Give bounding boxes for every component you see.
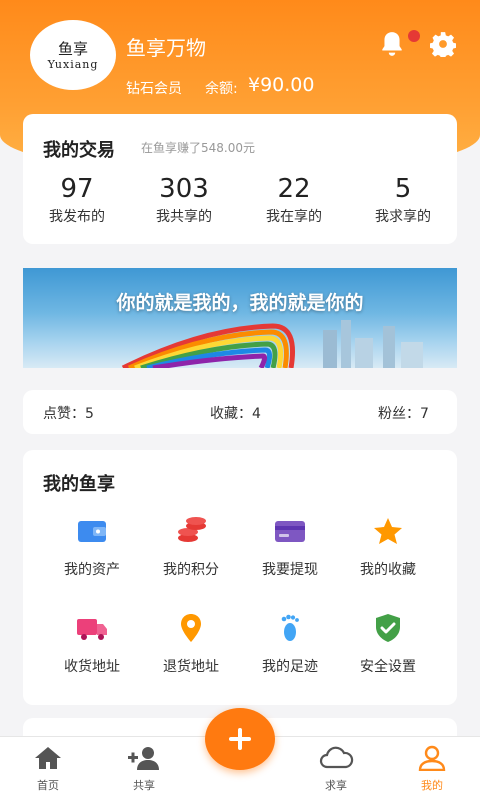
menu-label: 我的积分	[163, 562, 219, 578]
stat-shared[interactable]: 303 我共享的	[129, 172, 239, 226]
trade-card: 我的交易 在鱼享赚了548.00元 97 我发布的 303 我共享的 22 我在…	[23, 114, 457, 244]
stat-enjoying[interactable]: 22 我在享的	[239, 172, 349, 226]
footprint-icon	[281, 614, 299, 641]
tab-home[interactable]: 首页	[8, 745, 88, 793]
menu-label: 我要提现	[262, 562, 318, 578]
stat-number: 97	[60, 174, 94, 204]
menu-label: 我的收藏	[360, 562, 416, 578]
menu-label: 安全设置	[360, 659, 416, 675]
menu-security-settings[interactable]: 安全设置	[338, 613, 438, 676]
menu-my-footprints[interactable]: 我的足迹	[240, 613, 340, 676]
truck-icon	[77, 619, 107, 640]
tab-label: 共享	[133, 779, 155, 792]
menu-label: 收货地址	[64, 659, 120, 675]
card-icon	[275, 521, 305, 542]
menu-my-favorites[interactable]: 我的收藏	[338, 516, 438, 579]
menu-my-assets[interactable]: 我的资产	[42, 516, 142, 579]
stat-number: 303	[159, 174, 209, 204]
banner-text: 你的就是我的，我的就是你的	[116, 292, 364, 314]
star-icon	[374, 518, 402, 544]
stat-label: 我共享的	[156, 209, 212, 225]
stat-number: 22	[277, 174, 311, 204]
my-yuxiang-title: 我的鱼享	[43, 474, 115, 495]
rainbow-graphic	[121, 320, 423, 368]
trade-subtitle: 在鱼享赚了548.00元	[141, 141, 255, 155]
home-icon	[35, 747, 61, 769]
publish-fab-button[interactable]	[205, 708, 275, 770]
username: 鱼享万物	[126, 36, 206, 60]
bell-icon[interactable]	[379, 30, 405, 58]
shield-check-icon	[376, 614, 400, 642]
avatar[interactable]: 鱼享 Yuxiang	[30, 20, 116, 90]
stat-requested[interactable]: 5 我求享的	[348, 172, 458, 226]
location-pin-icon	[181, 614, 201, 642]
fans-count[interactable]: 粉丝：7	[378, 403, 429, 423]
cloud-icon	[319, 746, 354, 769]
coins-icon	[178, 517, 206, 542]
tab-label: 首页	[37, 779, 59, 792]
tab-mine[interactable]: 我的	[392, 745, 472, 793]
menu-my-points[interactable]: 我的积分	[141, 516, 241, 579]
menu-label: 退货地址	[163, 659, 219, 675]
tab-label: 求享	[325, 779, 347, 792]
favorites-count[interactable]: 收藏：4	[210, 403, 261, 423]
menu-return-address[interactable]: 退货地址	[141, 613, 241, 676]
stat-label: 我求享的	[375, 209, 431, 225]
stat-published[interactable]: 97 我发布的	[22, 172, 132, 226]
social-stats-card: 点赞：5 收藏：4 粉丝：7	[23, 390, 457, 434]
promo-banner[interactable]: 你的就是我的，我的就是你的	[23, 268, 457, 368]
balance-label: 余额:	[205, 81, 238, 97]
stat-label: 我在享的	[266, 209, 322, 225]
menu-withdraw[interactable]: 我要提现	[240, 516, 340, 579]
trade-title: 我的交易	[43, 140, 115, 161]
menu-label: 我的资产	[64, 562, 120, 578]
my-yuxiang-card: 我的鱼享 我的资产 我的积分 我要提现 我的收藏 收货地址 退货地址 我的足迹 …	[23, 450, 457, 705]
balance-value: ¥90.00	[248, 74, 315, 96]
menu-shipping-address[interactable]: 收货地址	[42, 613, 142, 676]
tab-share[interactable]: 共享	[104, 745, 184, 793]
tab-request[interactable]: 求享	[296, 745, 376, 793]
avatar-text-cn: 鱼享	[57, 39, 88, 58]
member-level: 钻石会员	[126, 81, 182, 97]
add-user-icon	[128, 747, 159, 770]
stat-number: 5	[394, 174, 412, 204]
tab-label: 我的	[421, 779, 443, 792]
wallet-icon	[78, 521, 106, 542]
stat-label: 我发布的	[49, 209, 105, 225]
gear-icon[interactable]	[430, 31, 456, 57]
plus-icon	[229, 728, 251, 750]
menu-label: 我的足迹	[262, 659, 318, 675]
notification-dot	[408, 30, 420, 42]
avatar-text-en: Yuxiang	[47, 57, 99, 71]
likes-count[interactable]: 点赞：5	[43, 403, 94, 423]
person-icon	[418, 745, 446, 771]
